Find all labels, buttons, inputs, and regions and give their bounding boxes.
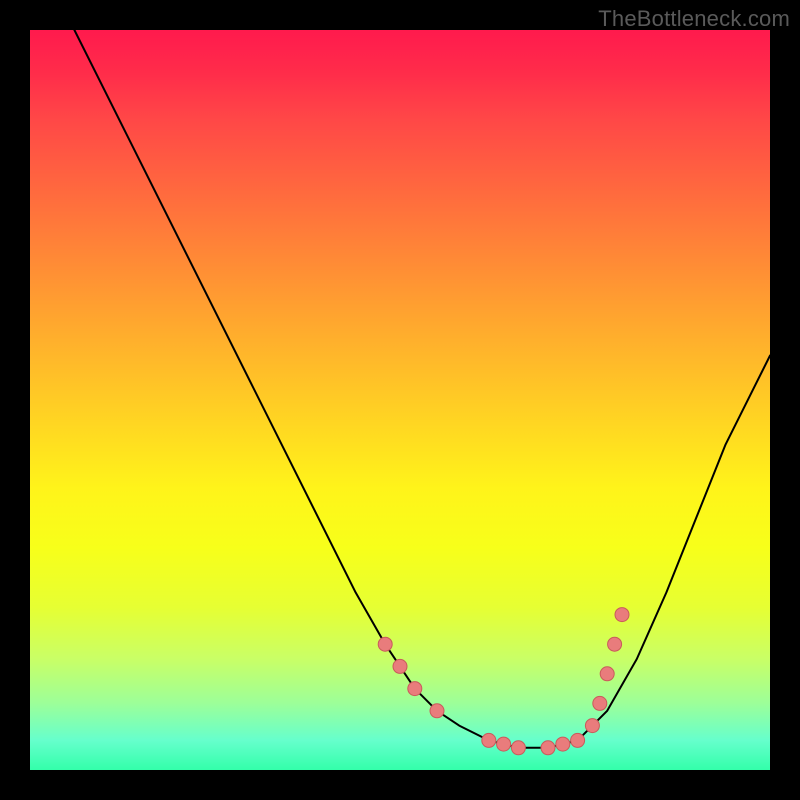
dot [593,696,607,710]
bottleneck-curve [74,30,770,748]
plot-area [30,30,770,770]
dot [408,682,422,696]
watermark-text: TheBottleneck.com [598,6,790,32]
chart-frame: TheBottleneck.com [0,0,800,800]
dot [571,733,585,747]
dot [378,637,392,651]
dot [615,608,629,622]
dot [608,637,622,651]
dot [430,704,444,718]
dot [482,733,496,747]
dot [600,667,614,681]
dot [393,659,407,673]
dot [585,719,599,733]
dot [556,737,570,751]
highlight-dots [378,608,629,755]
curve-layer [30,30,770,770]
dot [511,741,525,755]
dot [497,737,511,751]
dot [541,741,555,755]
